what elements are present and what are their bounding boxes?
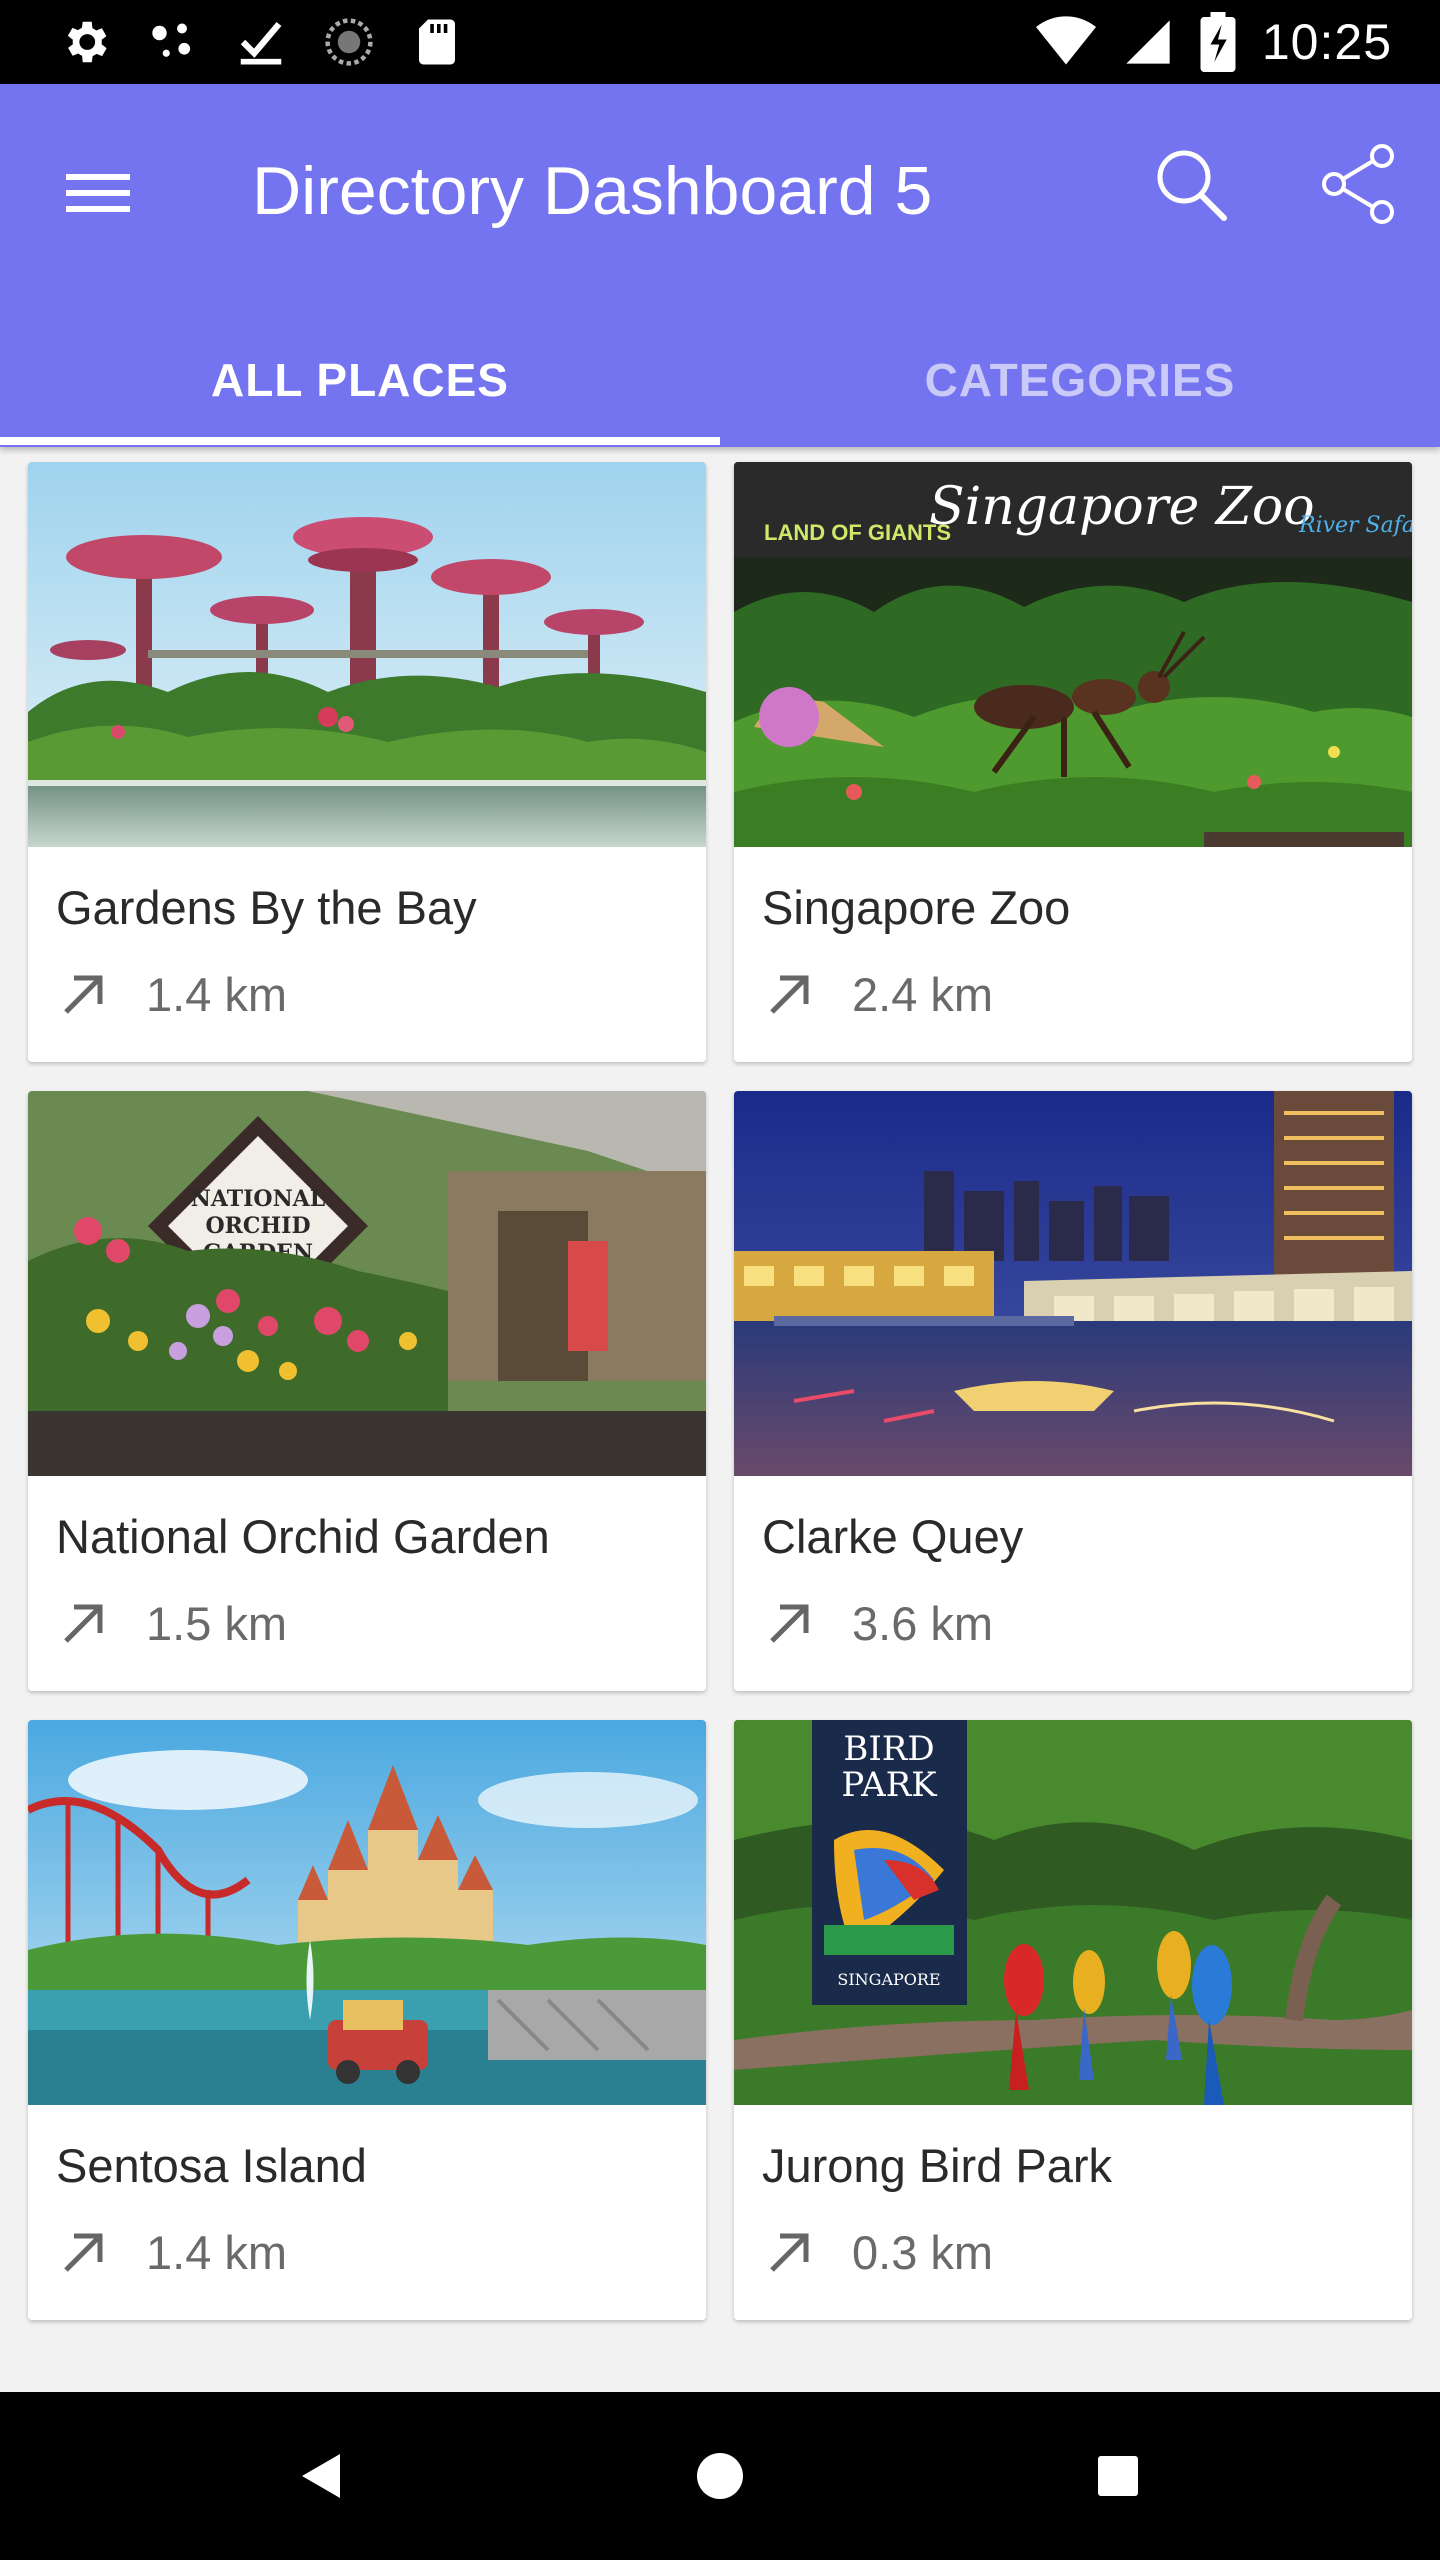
tab-bar: ALL PLACES CATEGORIES (0, 322, 1440, 447)
distance-value: 3.6 km (852, 1596, 994, 1650)
arrow-up-right-icon (770, 2233, 809, 2272)
place-distance: 1.4 km (56, 964, 287, 1024)
distance-value: 1.4 km (146, 2225, 288, 2279)
tab-indicator (0, 437, 720, 445)
place-distance: 0.3 km (762, 2222, 993, 2282)
dots-icon (152, 23, 191, 57)
sync-icon (325, 18, 373, 66)
arrow-up-right-icon (64, 975, 103, 1014)
download-done-icon (240, 21, 282, 65)
search-button[interactable] (1148, 142, 1232, 226)
sentosa-castle-photo (28, 1720, 706, 2105)
distance-value: 0.3 km (852, 2225, 994, 2279)
place-distance: 3.6 km (762, 1593, 993, 1653)
status-bar: 10:25 (0, 0, 1440, 84)
place-name: National Orchid Garden (56, 1510, 550, 1563)
recents-square-icon (1098, 2456, 1138, 2496)
back-button[interactable] (282, 2436, 362, 2516)
navigation-bar (0, 2392, 1440, 2560)
orchid-garden-entrance-photo: NATIONAL ORCHID GARDEN (28, 1091, 706, 1476)
menu-button[interactable] (58, 152, 138, 232)
page-title: Directory Dashboard 5 (252, 153, 933, 229)
sd-card-icon (419, 19, 455, 65)
place-distance: 2.4 km (762, 964, 993, 1024)
distance-value: 1.4 km (146, 967, 288, 1021)
clarke-quay-night-photo (734, 1091, 1412, 1476)
home-button[interactable] (680, 2436, 760, 2516)
arrow-up-right-icon (64, 1604, 103, 1643)
tab-categories[interactable]: CATEGORIES (720, 322, 1440, 447)
bird-park-macaws-photo: BIRD PARK SINGAPORE (734, 1720, 1412, 2105)
place-distance: 1.5 km (56, 1593, 287, 1653)
back-triangle-icon (302, 2454, 340, 2498)
arrow-up-right-icon (770, 975, 809, 1014)
orchid-sign-line2: ORCHID (205, 1213, 310, 1239)
place-name: Gardens By the Bay (56, 881, 477, 934)
bird-sign-line2: PARK (841, 1765, 937, 1805)
battery-charging-icon (1200, 12, 1236, 72)
recents-button[interactable] (1078, 2436, 1158, 2516)
menu-icon (66, 174, 130, 212)
places-grid: Gardens By the Bay 1.4 km Singapore Zoo … (28, 462, 1412, 2322)
place-card-clarke-quey[interactable]: Clarke Quey 3.6 km (734, 1091, 1412, 1691)
distance-value: 2.4 km (852, 967, 994, 1021)
place-card-national-orchid-garden[interactable]: NATIONAL ORCHID GARDEN National Orchid G… (28, 1091, 706, 1691)
place-distance: 1.4 km (56, 2222, 287, 2282)
orchid-sign-line1: NATIONAL (191, 1186, 325, 1212)
status-time: 10:25 (1261, 14, 1392, 70)
bird-sign-line3: SINGAPORE (837, 1970, 940, 1989)
tab-all-places[interactable]: ALL PLACES (0, 322, 720, 447)
status-icons-right: 10:25 (1035, 10, 1392, 74)
singapore-zoo-entrance-photo: Singapore Zoo LAND OF GIANTS River Safar… (734, 462, 1412, 847)
place-card-sentosa-island[interactable]: Sentosa Island 1.4 km (28, 1720, 706, 2320)
search-icon (1157, 150, 1227, 221)
zoo-land-text: LAND OF GIANTS (764, 520, 951, 545)
place-card-gardens-by-the-bay[interactable]: Gardens By the Bay 1.4 km (28, 462, 706, 1062)
wifi-icon (1035, 16, 1096, 65)
status-icons-left (58, 14, 464, 70)
place-card-singapore-zoo[interactable]: Singapore Zoo LAND OF GIANTS River Safar… (734, 462, 1412, 1062)
share-button[interactable] (1316, 142, 1400, 226)
app-bar: Directory Dashboard 5 ALL PLACES CATEGOR… (0, 84, 1440, 447)
supertree-grove-photo (28, 462, 706, 847)
place-name: Clarke Quey (762, 1510, 1024, 1563)
place-name: Sentosa Island (56, 2139, 367, 2192)
share-icon (1322, 144, 1394, 224)
settings-icon (67, 21, 107, 63)
arrow-up-right-icon (64, 2233, 103, 2272)
arrow-up-right-icon (770, 1604, 809, 1643)
place-name: Jurong Bird Park (762, 2139, 1113, 2192)
place-name: Singapore Zoo (762, 881, 1071, 934)
bird-sign-line1: BIRD (843, 1729, 934, 1769)
home-circle-icon (697, 2453, 743, 2499)
place-card-jurong-bird-park[interactable]: BIRD PARK SINGAPORE Jurong Bird Park 0.3… (734, 1720, 1412, 2320)
distance-value: 1.5 km (146, 1596, 288, 1650)
zoo-river-text: River Safari (1298, 513, 1412, 538)
zoo-sign-text: Singapore Zoo (929, 477, 1315, 537)
signal-icon (1126, 20, 1170, 64)
